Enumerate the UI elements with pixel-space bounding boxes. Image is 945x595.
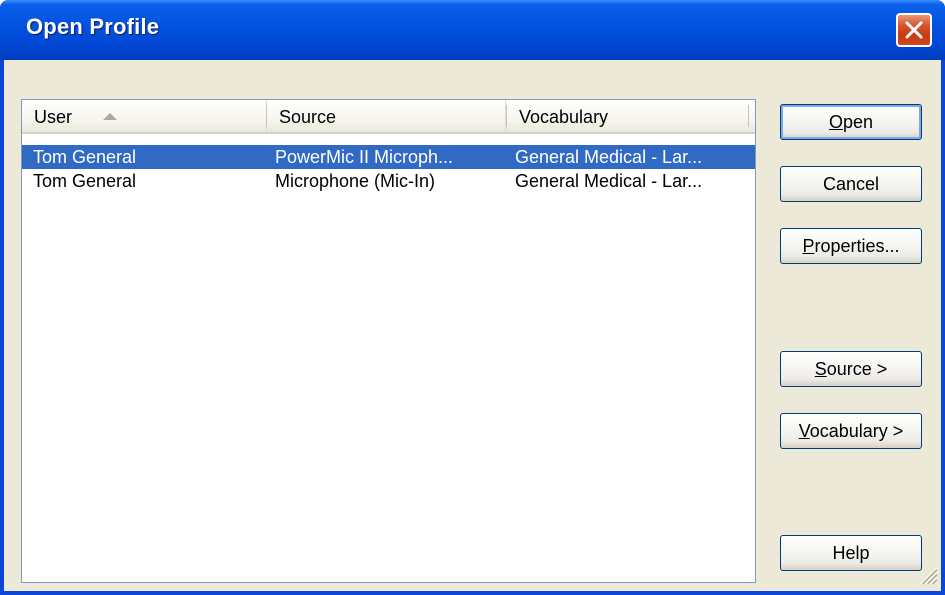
cell-vocabulary: General Medical - Lar... (515, 171, 703, 191)
profile-list[interactable]: User Source Vocabulary Tom General Power… (21, 99, 756, 583)
window-title: Open Profile (26, 14, 160, 39)
cancel-button[interactable]: Cancel (780, 166, 922, 202)
cancel-label: Cancel (822, 174, 880, 194)
cell-user: Tom General (33, 147, 137, 167)
list-header: User Source Vocabulary (22, 100, 755, 134)
close-x-icon (905, 21, 923, 39)
help-button[interactable]: Help (780, 535, 922, 571)
vocabulary-button[interactable]: Vocabulary > (780, 413, 922, 449)
open-profile-dialog: Open Profile User Source Vocabulary Tom … (0, 0, 945, 595)
column-header-label: Source (279, 107, 337, 127)
dialog-body: User Source Vocabulary Tom General Power… (4, 60, 941, 591)
source-button[interactable]: Source > (780, 351, 922, 387)
resize-grip-icon[interactable] (916, 563, 938, 585)
open-label: pen (842, 112, 874, 132)
cell-source: PowerMic II Microph... (275, 147, 454, 167)
source-accel: S (814, 359, 827, 379)
cell-vocabulary: General Medical - Lar... (515, 147, 703, 167)
cell-user: Tom General (33, 171, 137, 191)
column-divider[interactable] (748, 105, 749, 127)
properties-button[interactable]: Properties... (780, 228, 922, 264)
properties-label: roperties... (814, 236, 900, 256)
column-header-label: Vocabulary (519, 107, 609, 127)
column-header-vocabulary[interactable]: Vocabulary (507, 100, 755, 132)
open-button[interactable]: Open (780, 104, 922, 140)
column-header-source[interactable]: Source (267, 100, 506, 132)
list-row-2[interactable]: Tom General Microphone (Mic-In) General … (22, 169, 755, 193)
open-accel: O (828, 112, 843, 132)
sort-ascending-icon (103, 113, 117, 120)
vocabulary-accel: V (798, 421, 810, 441)
vocabulary-label: ocabulary > (809, 421, 904, 441)
properties-accel: P (802, 236, 815, 256)
close-button[interactable] (896, 13, 932, 47)
source-label: ource > (826, 359, 888, 379)
column-header-user[interactable]: User (22, 100, 267, 132)
title-bar[interactable]: Open Profile (0, 0, 945, 60)
list-row-1[interactable]: Tom General PowerMic II Microph... Gener… (22, 145, 755, 169)
column-header-label: User (34, 107, 73, 127)
cell-source: Microphone (Mic-In) (275, 171, 436, 191)
help-label: Help (832, 543, 870, 563)
